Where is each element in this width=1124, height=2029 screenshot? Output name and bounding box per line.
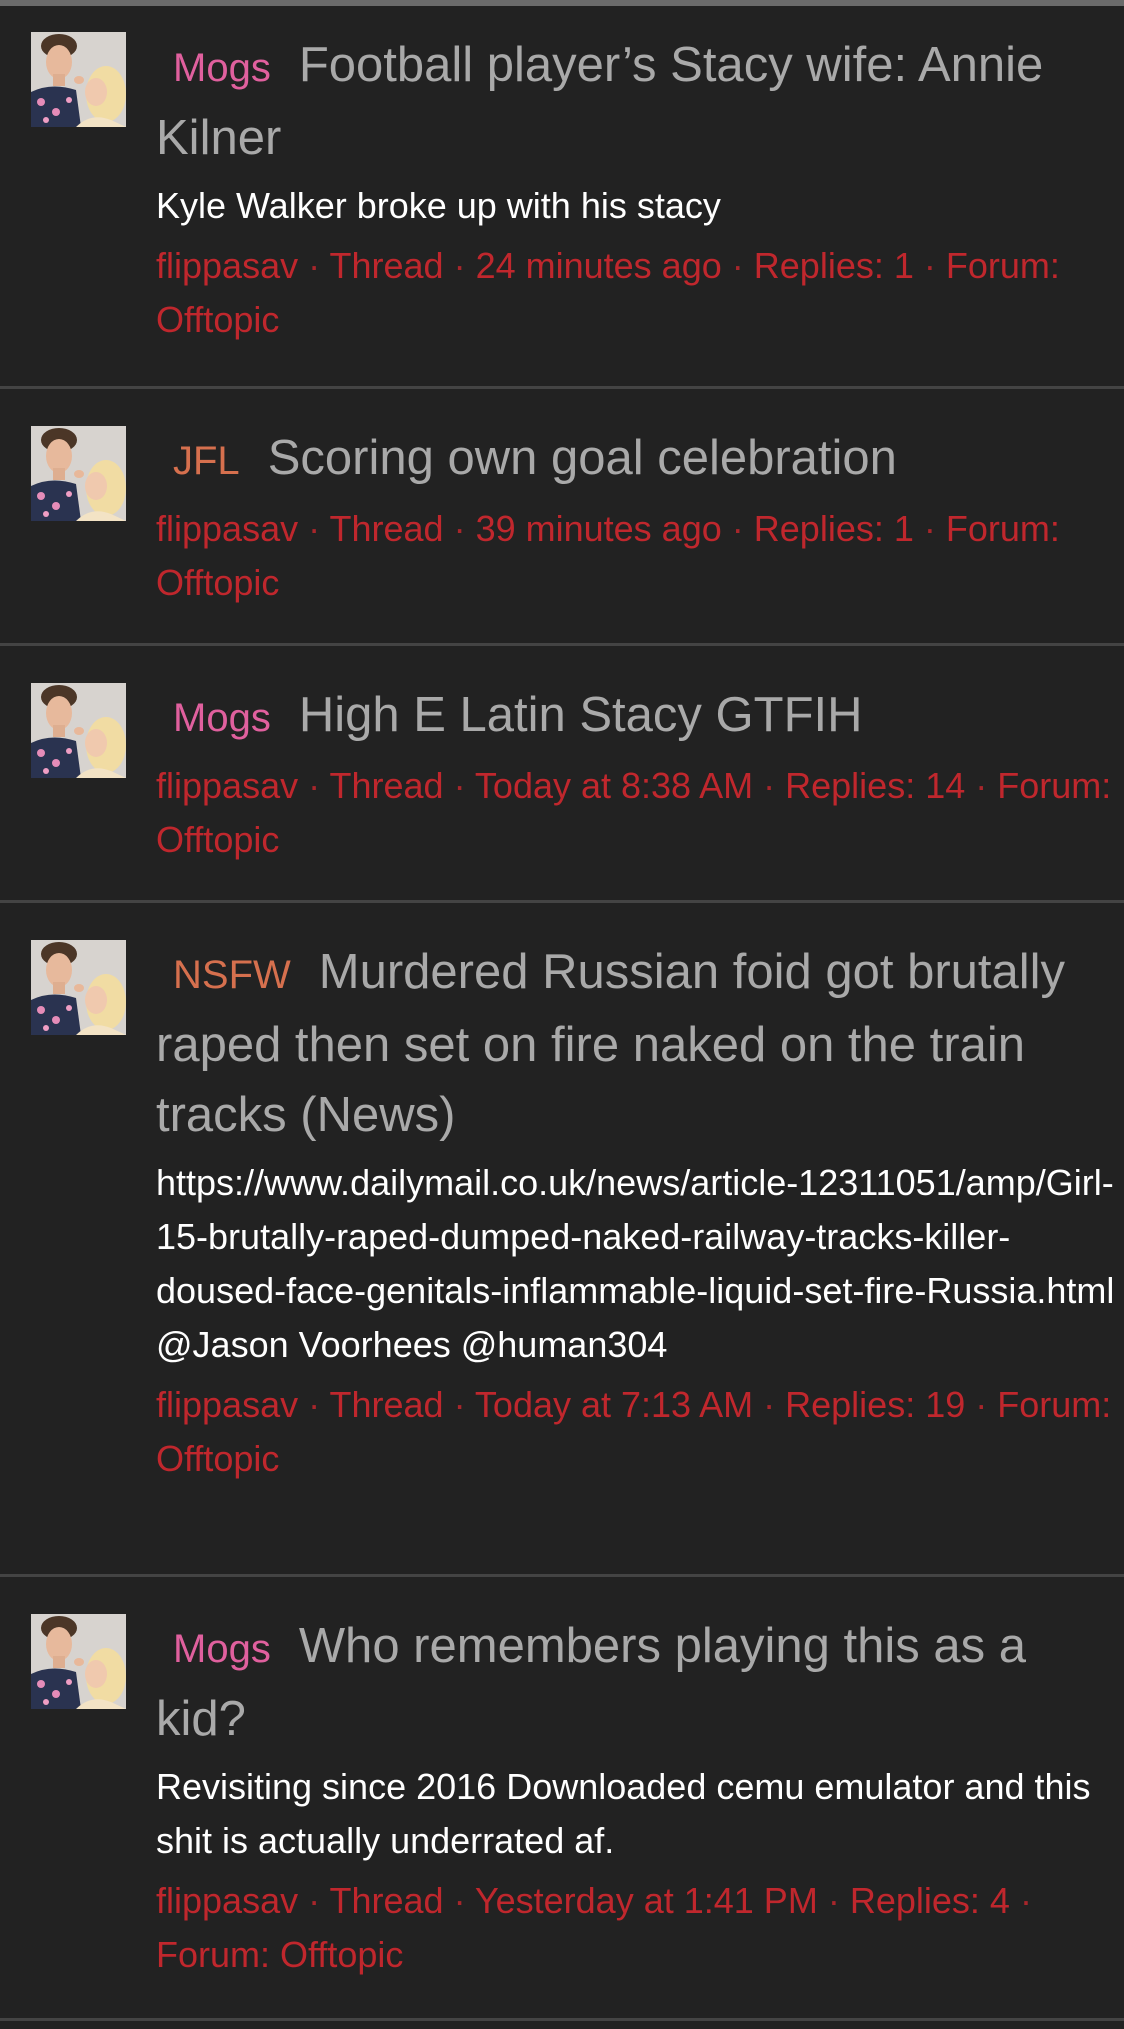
thread-prefix-badge[interactable]: Mogs [173, 696, 271, 740]
thread-author[interactable]: flippasav [156, 1384, 298, 1425]
thread-snippet: Kyle Walker broke up with his stacy [156, 185, 721, 226]
thread-content: JFL Scoring own goal celebration flippasa… [156, 389, 1124, 610]
thread-content: Mogs Who remembers playing this as a kid?… [156, 1577, 1124, 1982]
thread-author[interactable]: flippasav [156, 765, 298, 806]
thread-title[interactable]: Murdered Russian foid got brutally raped… [156, 945, 1065, 1142]
thread-content: NSFW Murdered Russian foid got brutally r… [156, 903, 1124, 1486]
thread-snippet: Revisiting since 2016 Downloaded cemu em… [156, 1766, 1091, 1861]
meta-separator: · [453, 245, 466, 286]
thread-prefix-badge[interactable]: Mogs [173, 1627, 271, 1671]
thread-replies: Replies: 1 [753, 508, 914, 549]
thread-content: Mogs Football player’s Stacy wife: Annie … [156, 6, 1124, 347]
thread-title-line[interactable]: Mogs High E Latin Stacy GTFIH [156, 680, 1124, 753]
thread-author[interactable]: flippasav [156, 245, 298, 286]
thread-title-line[interactable]: Mogs Who remembers playing this as a kid? [156, 1611, 1124, 1754]
thread-list: Mogs Football player’s Stacy wife: Annie … [0, 6, 1124, 2021]
user-avatar[interactable] [31, 426, 126, 521]
thread-title-line[interactable]: JFL Scoring own goal celebration [156, 423, 1124, 496]
thread-type: Thread [329, 508, 444, 549]
thread-author[interactable]: flippasav [156, 508, 298, 549]
thread-meta: flippasav · Thread · Today at 7:13 AM · … [156, 1378, 1124, 1486]
thread-item[interactable]: JFL Scoring own goal celebration flippasa… [0, 389, 1124, 646]
meta-separator: · [453, 1880, 466, 1921]
meta-separator: · [308, 245, 321, 286]
thread-type: Thread [329, 245, 444, 286]
thread-title[interactable]: Scoring own goal celebration [268, 431, 897, 485]
meta-separator: · [975, 765, 988, 806]
thread-snippet: https://www.dailymail.co.uk/news/article… [156, 1162, 1115, 1365]
thread-forum[interactable]: Forum: Offtopic [156, 1934, 403, 1975]
thread-item[interactable]: Mogs Who remembers playing this as a kid?… [0, 1577, 1124, 2021]
thread-title-line[interactable]: Mogs Football player’s Stacy wife: Annie … [156, 30, 1124, 173]
meta-separator: · [453, 765, 466, 806]
thread-item[interactable]: Mogs High E Latin Stacy GTFIH flippasav ·… [0, 646, 1124, 903]
thread-time: 24 minutes ago [475, 245, 722, 286]
thread-type: Thread [329, 765, 444, 806]
meta-separator: · [453, 508, 466, 549]
thread-meta: flippasav · Thread · 24 minutes ago · Re… [156, 239, 1124, 347]
thread-prefix-badge[interactable]: JFL [173, 439, 240, 483]
avatar-image [31, 426, 126, 521]
thread-replies: Replies: 1 [753, 245, 914, 286]
thread-time: Today at 7:13 AM [474, 1384, 754, 1425]
avatar-image [31, 683, 126, 778]
thread-time: 39 minutes ago [475, 508, 722, 549]
thread-meta: flippasav · Thread · Today at 8:38 AM · … [156, 759, 1124, 867]
meta-separator: · [763, 1384, 776, 1425]
thread-content: Mogs High E Latin Stacy GTFIH flippasav ·… [156, 646, 1124, 867]
meta-separator: · [731, 508, 744, 549]
thread-item[interactable]: NSFW Murdered Russian foid got brutally r… [0, 903, 1124, 1577]
user-avatar[interactable] [31, 940, 126, 1035]
meta-separator: · [975, 1384, 988, 1425]
meta-separator: · [827, 1880, 840, 1921]
thread-time: Today at 8:38 AM [474, 765, 754, 806]
meta-separator: · [308, 1384, 321, 1425]
thread-replies: Replies: 14 [785, 765, 966, 806]
meta-separator: · [453, 1384, 466, 1425]
avatar-image [31, 940, 126, 1035]
user-avatar[interactable] [31, 32, 126, 127]
meta-separator: · [308, 1880, 321, 1921]
thread-title[interactable]: Who remembers playing this as a kid? [156, 1619, 1026, 1746]
thread-type: Thread [329, 1384, 444, 1425]
thread-title[interactable]: High E Latin Stacy GTFIH [299, 688, 863, 742]
meta-separator: · [308, 765, 321, 806]
user-avatar[interactable] [31, 1614, 126, 1709]
meta-separator: · [923, 245, 936, 286]
thread-item[interactable]: Mogs Football player’s Stacy wife: Annie … [0, 6, 1124, 389]
meta-separator: · [923, 508, 936, 549]
thread-meta: flippasav · Thread · 39 minutes ago · Re… [156, 502, 1124, 610]
thread-meta: flippasav · Thread · Yesterday at 1:41 P… [156, 1874, 1124, 1982]
thread-time: Yesterday at 1:41 PM [474, 1880, 818, 1921]
user-avatar[interactable] [31, 683, 126, 778]
thread-title-line[interactable]: NSFW Murdered Russian foid got brutally r… [156, 937, 1124, 1150]
meta-separator: · [731, 245, 744, 286]
thread-author[interactable]: flippasav [156, 1880, 298, 1921]
thread-replies: Replies: 4 [849, 1880, 1010, 1921]
thread-replies: Replies: 19 [785, 1384, 966, 1425]
avatar-image [31, 32, 126, 127]
avatar-image [31, 1614, 126, 1709]
thread-prefix-badge[interactable]: Mogs [173, 46, 271, 90]
meta-separator: · [1019, 1880, 1032, 1921]
thread-prefix-badge[interactable]: NSFW [173, 953, 291, 997]
meta-separator: · [308, 508, 321, 549]
thread-title[interactable]: Football player’s Stacy wife: Annie Kiln… [156, 38, 1043, 165]
thread-type: Thread [329, 1880, 444, 1921]
meta-separator: · [763, 765, 776, 806]
